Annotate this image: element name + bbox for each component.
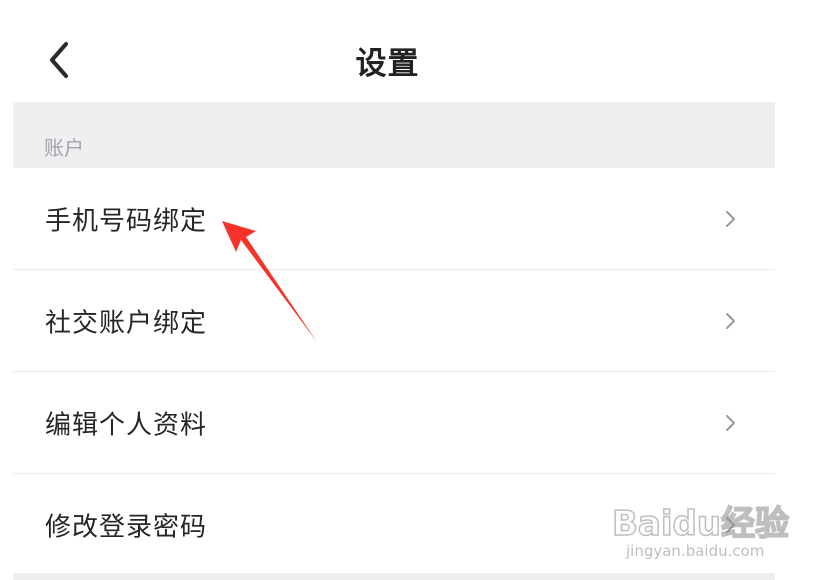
baidu-jingyan-watermark: Baidu经验 jingyan.baidu.com — [611, 494, 790, 566]
watermark-url: jingyan.baidu.com — [626, 542, 765, 560]
settings-item-edit-profile[interactable]: 编辑个人资料 — [13, 372, 775, 474]
chevron-right-icon — [723, 311, 737, 331]
section-header-account: 账户 — [13, 102, 775, 168]
settings-item-social-binding[interactable]: 社交账户绑定 — [13, 270, 775, 372]
settings-item-label: 修改登录密码 — [45, 512, 208, 542]
nav-header: 设置 — [0, 0, 775, 102]
settings-page: 设置 账户 手机号码绑定 社交账户绑定 编辑个人资料 修改登录密码 Baidu经… — [0, 0, 820, 580]
section-label: 账户 — [44, 136, 84, 160]
section-divider — [13, 573, 775, 580]
settings-item-label: 手机号码绑定 — [45, 206, 208, 236]
watermark-logo: Baidu经验 — [611, 503, 790, 545]
settings-item-phone-binding[interactable]: 手机号码绑定 — [13, 168, 775, 270]
chevron-right-icon — [723, 209, 737, 229]
settings-item-label: 社交账户绑定 — [45, 308, 208, 338]
chevron-right-icon — [723, 413, 737, 433]
settings-item-label: 编辑个人资料 — [45, 410, 208, 440]
page-title: 设置 — [355, 46, 420, 82]
